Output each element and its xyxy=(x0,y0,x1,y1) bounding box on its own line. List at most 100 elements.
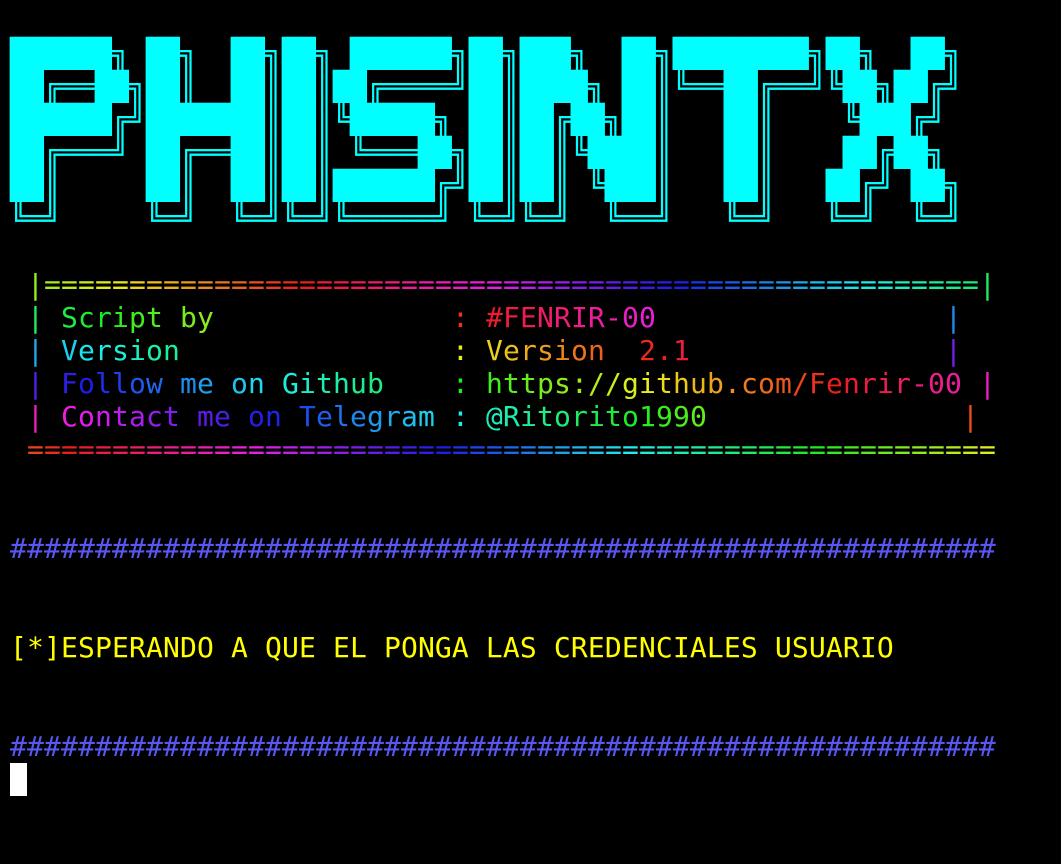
rainbow-char: = xyxy=(877,433,894,466)
rainbow-char: r xyxy=(571,400,588,433)
rainbow-char: u xyxy=(350,367,367,400)
rainbow-char: = xyxy=(945,268,962,301)
rainbow-char: t xyxy=(146,301,163,334)
rainbow-char: = xyxy=(588,268,605,301)
rainbow-char xyxy=(894,334,911,367)
rainbow-char xyxy=(231,400,248,433)
rainbow-char: = xyxy=(928,268,945,301)
rainbow-char: t xyxy=(520,367,537,400)
rainbow-char xyxy=(707,400,724,433)
rainbow-char: m xyxy=(775,367,792,400)
rainbow-char xyxy=(724,301,741,334)
rainbow-char: o xyxy=(231,367,248,400)
rainbow-char xyxy=(418,301,435,334)
rainbow-char: = xyxy=(214,433,231,466)
rainbow-char: h xyxy=(333,367,350,400)
rainbow-char xyxy=(265,367,282,400)
rainbow-char xyxy=(231,334,248,367)
rainbow-char: = xyxy=(27,433,44,466)
rainbow-char: = xyxy=(537,433,554,466)
rainbow-char: s xyxy=(537,334,554,367)
rainbow-char xyxy=(894,301,911,334)
rainbow-char: g xyxy=(367,400,384,433)
rainbow-char xyxy=(10,334,27,367)
rainbow-char: = xyxy=(112,268,129,301)
rainbow-char: = xyxy=(265,268,282,301)
rainbow-char: | xyxy=(27,367,44,400)
rainbow-char: = xyxy=(282,433,299,466)
rainbow-char: = xyxy=(401,268,418,301)
rainbow-char: o xyxy=(571,334,588,367)
rainbow-char xyxy=(10,301,27,334)
rainbow-char: 9 xyxy=(656,400,673,433)
rainbow-char: l xyxy=(333,400,350,433)
rainbow-char: = xyxy=(979,433,996,466)
terminal-cursor[interactable] xyxy=(10,763,27,796)
rainbow-char xyxy=(775,301,792,334)
rainbow-char: = xyxy=(486,433,503,466)
rainbow-char: | xyxy=(979,268,996,301)
rainbow-char xyxy=(843,301,860,334)
rainbow-char xyxy=(775,400,792,433)
rainbow-char xyxy=(724,334,741,367)
rainbow-char: = xyxy=(163,433,180,466)
rainbow-char: V xyxy=(486,334,503,367)
banner-line: ██████╗ ██╗ ██╗██╗ ██████╗██╗███╗ ██╗███… xyxy=(10,37,962,70)
rainbow-char: | xyxy=(945,301,962,334)
rainbow-char: = xyxy=(520,433,537,466)
rainbow-char: w xyxy=(146,367,163,400)
rainbow-char xyxy=(435,334,452,367)
rainbow-char: i xyxy=(877,367,894,400)
rainbow-char: = xyxy=(877,268,894,301)
rainbow-char xyxy=(469,400,486,433)
rainbow-char xyxy=(10,400,27,433)
rainbow-char: e xyxy=(316,400,333,433)
rainbow-char: e xyxy=(350,400,367,433)
rainbow-char xyxy=(299,334,316,367)
rainbow-char: = xyxy=(741,433,758,466)
rainbow-char xyxy=(384,367,401,400)
rainbow-char: | xyxy=(27,268,44,301)
rainbow-char xyxy=(656,301,673,334)
rainbow-char: n xyxy=(248,367,265,400)
rainbow-char: r xyxy=(95,301,112,334)
rainbow-char: = xyxy=(826,268,843,301)
rainbow-char: I xyxy=(571,301,588,334)
rainbow-char: = xyxy=(146,433,163,466)
rainbow-char xyxy=(809,400,826,433)
rainbow-char: - xyxy=(911,367,928,400)
rainbow-char xyxy=(44,367,61,400)
info-box-top-border: |=======================================… xyxy=(10,268,996,301)
rainbow-char: 0 xyxy=(639,301,656,334)
rainbow-char: n xyxy=(265,400,282,433)
rainbow-char: = xyxy=(95,433,112,466)
rainbow-char xyxy=(299,301,316,334)
rainbow-char: = xyxy=(911,268,928,301)
rainbow-char xyxy=(282,334,299,367)
rainbow-char: . xyxy=(724,367,741,400)
rainbow-char: = xyxy=(656,433,673,466)
rainbow-char: = xyxy=(95,268,112,301)
rainbow-char: F xyxy=(61,367,78,400)
rainbow-char: r xyxy=(860,367,877,400)
rainbow-char: = xyxy=(418,268,435,301)
rainbow-char: = xyxy=(350,268,367,301)
rainbow-char: = xyxy=(775,268,792,301)
rainbow-char xyxy=(928,334,945,367)
rainbow-char: = xyxy=(605,268,622,301)
rainbow-char xyxy=(894,400,911,433)
rainbow-char: = xyxy=(316,433,333,466)
rainbow-char: = xyxy=(435,433,452,466)
rainbow-char: = xyxy=(860,433,877,466)
rainbow-char xyxy=(163,367,180,400)
rainbow-char: n xyxy=(843,367,860,400)
rainbow-char xyxy=(826,301,843,334)
rainbow-char xyxy=(248,334,265,367)
rainbow-char: | xyxy=(27,400,44,433)
terminal-window[interactable]: ██████╗ ██╗ ██╗██╗ ██████╗██╗███╗ ██╗███… xyxy=(10,4,996,796)
rainbow-char: r xyxy=(95,334,112,367)
rainbow-char xyxy=(605,334,622,367)
rainbow-char xyxy=(350,301,367,334)
rainbow-char: = xyxy=(231,268,248,301)
rainbow-char: 0 xyxy=(622,301,639,334)
